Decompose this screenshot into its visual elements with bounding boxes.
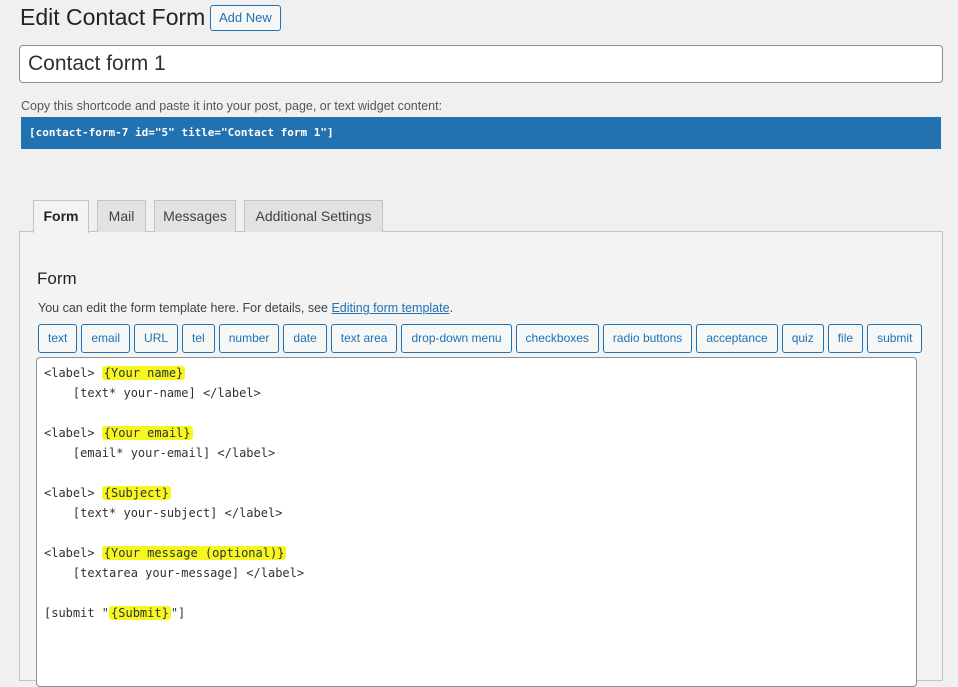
editor-line: <label> {Your message (optional)} [44,543,916,563]
editor-line: [text* your-subject] </label> [44,503,916,523]
tag-button-tel[interactable]: tel [182,324,215,353]
tag-button-textarea[interactable]: text area [330,324,398,353]
editor-line-text: <label> [44,366,102,380]
editor-line-text: [text* your-name] </label> [44,386,261,400]
shortcode-field[interactable]: [contact-form-7 id="5" title="Contact fo… [21,117,941,149]
panel-description-suffix: . [449,301,454,315]
tag-button-checkboxes[interactable]: checkboxes [515,324,599,353]
tag-generator-buttons: text email URL tel number date text area… [38,324,923,353]
panel-description-text: You can edit the form template here. For… [38,301,332,315]
editor-line-text: [submit " [44,606,110,620]
tag-button-number[interactable]: number [218,324,280,353]
tab-messages[interactable]: Messages [154,200,236,232]
editor-line: <label> {Your name} [44,363,916,383]
form-title-input[interactable] [19,45,943,83]
tag-button-url[interactable]: URL [134,324,179,353]
tag-button-file[interactable]: file [827,324,864,353]
tag-button-radio-buttons[interactable]: radio buttons [602,324,693,353]
editor-line-text: [email* your-email] </label> [44,446,276,460]
editor-line-text: [textarea your-message] </label> [44,566,305,580]
tag-button-acceptance[interactable]: acceptance [696,324,778,353]
tag-button-submit[interactable]: submit [867,324,923,353]
add-new-button[interactable]: Add New [210,5,281,31]
editor-line-text: <label> [44,426,102,440]
tab-form[interactable]: Form [33,200,89,233]
highlighted-label-text: {Your name} [101,366,186,380]
panel-description: You can edit the form template here. For… [38,301,453,315]
editor-line-text: <label> [44,486,102,500]
highlighted-label-text: {Submit} [109,606,171,620]
editor-line: [email* your-email] </label> [44,443,916,463]
tag-button-email[interactable]: email [81,324,131,353]
tag-button-text[interactable]: text [38,324,78,353]
shortcode-description: Copy this shortcode and paste it into yo… [21,99,443,113]
tab-additional-settings[interactable]: Additional Settings [244,200,383,232]
editor-line-text: "] [170,606,186,620]
editing-form-template-link[interactable]: Editing form template [331,301,449,315]
tag-button-quiz[interactable]: quiz [781,324,824,353]
tab-mail[interactable]: Mail [97,200,146,232]
editor-line: [submit " {Submit} "] [44,603,916,623]
editor-line-text: [text* your-subject] </label> [44,506,283,520]
highlighted-label-text: {Your email} [101,426,193,440]
tag-button-dropdown-menu[interactable]: drop-down menu [401,324,512,353]
editor-line: [text* your-name] </label> [44,383,916,403]
highlighted-label-text: {Subject} [101,486,171,500]
form-template-editor[interactable]: <label> {Your name} [text* your-name] </… [36,357,917,687]
editor-line: <label> {Your email} [44,423,916,443]
editor-line: <label> {Subject} [44,483,916,503]
page-title: Edit Contact Form [20,4,206,30]
highlighted-label-text: {Your message (optional)} [101,546,287,560]
tag-button-date[interactable]: date [283,324,327,353]
panel-heading: Form [37,269,77,288]
editor-line-text: <label> [44,546,102,560]
editor-line: [textarea your-message] </label> [44,563,916,583]
